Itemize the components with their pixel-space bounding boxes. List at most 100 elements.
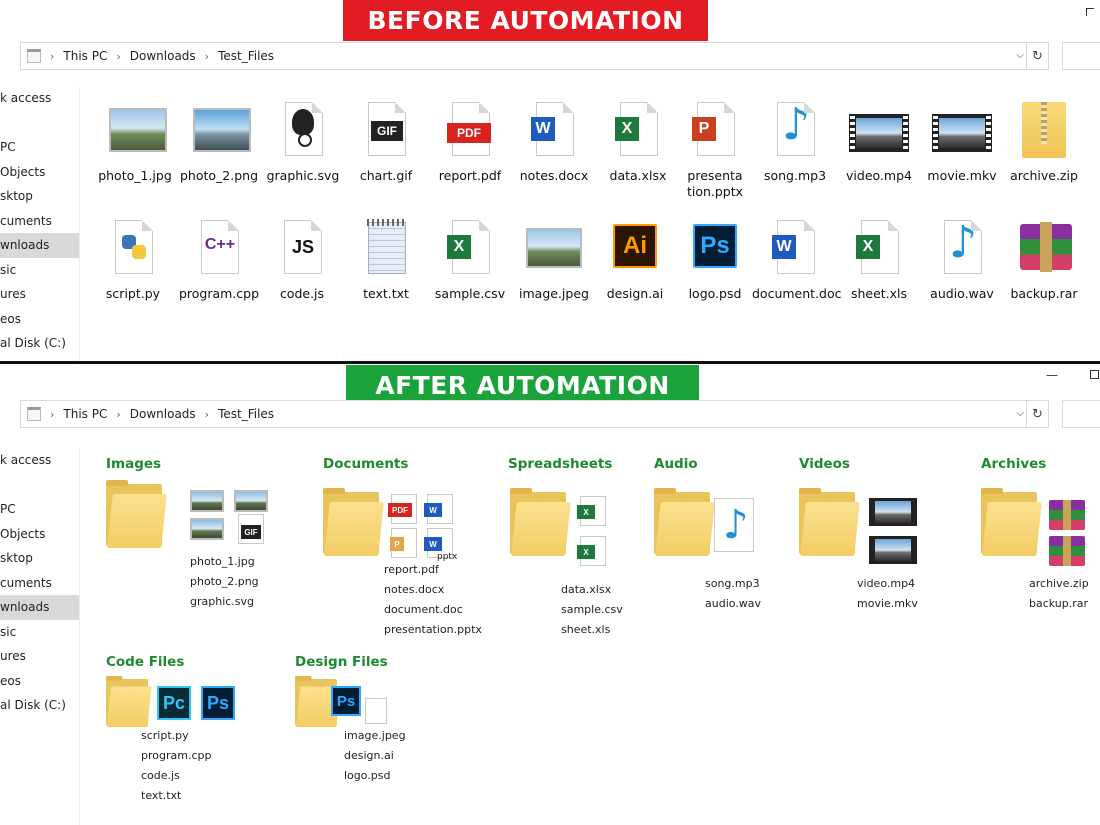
group-audio[interactable]: Audio ♪ song.mp3 audio.wav xyxy=(654,456,761,610)
group-documents[interactable]: Documents PDF W P W pptx report.pdf note… xyxy=(323,456,482,636)
nav-pictures[interactable]: ures xyxy=(0,282,79,307)
nav-desktop[interactable]: sktop xyxy=(0,546,79,571)
file-program-cpp[interactable]: C++ program.cpp xyxy=(176,218,262,302)
file-name[interactable]: song.mp3 xyxy=(705,574,761,594)
file-name[interactable]: graphic.svg xyxy=(190,592,259,612)
refresh-icon[interactable]: ↻ xyxy=(1027,42,1049,70)
file-name[interactable]: code.js xyxy=(141,766,211,786)
nav-documents[interactable]: cuments xyxy=(0,209,79,234)
file-name[interactable]: image.jpeg xyxy=(344,726,406,746)
file-backup-rar[interactable]: backup.rar xyxy=(1001,218,1087,302)
nav-this-pc[interactable]: PC xyxy=(0,135,79,160)
folder-icon xyxy=(654,488,715,556)
chevron-down-icon[interactable]: ⌵ xyxy=(1016,50,1024,61)
file-design-ai[interactable]: Ai design.ai xyxy=(592,218,678,302)
nav-videos[interactable]: eos xyxy=(0,669,79,694)
file-notes-docx[interactable]: W notes.docx xyxy=(511,100,597,184)
file-name[interactable]: sheet.xls xyxy=(561,620,623,640)
minimize-icon[interactable]: — xyxy=(1046,368,1058,382)
breadcrumb-test-files[interactable]: Test_Files xyxy=(218,49,274,63)
file-name[interactable]: archive.zip xyxy=(1029,574,1089,594)
file-name[interactable]: data.xlsx xyxy=(561,580,623,600)
nav-local-disk[interactable]: al Disk (C:) xyxy=(0,331,79,356)
file-data-xlsx[interactable]: X data.xlsx xyxy=(595,100,681,184)
file-name[interactable]: script.py xyxy=(141,726,211,746)
file-name[interactable]: photo_1.jpg xyxy=(190,552,259,572)
file-name[interactable]: logo.psd xyxy=(344,766,406,786)
chevron-down-icon[interactable]: ⌵ xyxy=(1016,408,1024,419)
file-image-jpeg[interactable]: image.jpeg xyxy=(511,218,597,302)
nav-downloads[interactable]: wnloads xyxy=(0,595,79,620)
nav-local-disk[interactable]: al Disk (C:) xyxy=(0,693,79,718)
image-icon xyxy=(526,228,582,268)
file-name[interactable]: movie.mkv xyxy=(857,594,918,614)
file-code-js[interactable]: JS code.js xyxy=(259,218,345,302)
file-name[interactable]: design.ai xyxy=(344,746,406,766)
nav-pictures[interactable]: ures xyxy=(0,644,79,669)
group-videos[interactable]: Videos video.mp4 movie.mkv xyxy=(799,456,918,610)
file-archive-zip[interactable]: archive.zip xyxy=(1001,100,1087,184)
nav-quick-access[interactable]: k access xyxy=(0,86,79,111)
nav-videos[interactable]: eos xyxy=(0,307,79,332)
file-name[interactable]: sample.csv xyxy=(561,600,623,620)
nav-downloads[interactable]: wnloads xyxy=(0,233,79,258)
group-spreadsheets[interactable]: Spreadsheets X X data.xlsx sample.csv sh… xyxy=(508,456,623,636)
file-report-pdf[interactable]: PDF report.pdf xyxy=(427,100,513,184)
file-name[interactable]: video.mp4 xyxy=(857,574,918,594)
search-input[interactable] xyxy=(1062,400,1100,428)
group-archives[interactable]: Archives archive.zip backup.rar xyxy=(981,456,1089,610)
file-name[interactable]: audio.wav xyxy=(705,594,761,614)
file-label: archive.zip xyxy=(1010,168,1078,183)
breadcrumb-downloads[interactable]: Downloads xyxy=(130,407,196,421)
file-photo-2-png[interactable]: photo_2.png xyxy=(176,100,262,184)
folder-icon xyxy=(799,488,860,556)
file-name[interactable]: notes.docx xyxy=(384,580,482,600)
file-movie-mkv[interactable]: movie.mkv xyxy=(919,100,1005,184)
breadcrumb-this-pc[interactable]: This PC xyxy=(63,407,107,421)
file-sheet-xls[interactable]: X sheet.xls xyxy=(836,218,922,302)
file-name[interactable]: photo_2.png xyxy=(190,572,259,592)
address-bar[interactable]: › This PC › Downloads › Test_Files ⌵ xyxy=(20,42,1027,70)
breadcrumb-this-pc[interactable]: This PC xyxy=(63,49,107,63)
file-chart-gif[interactable]: GIF chart.gif xyxy=(343,100,429,184)
file-name[interactable]: backup.rar xyxy=(1029,594,1089,614)
group-images[interactable]: Images GIF photo_1.jpg photo_2.png graph… xyxy=(106,456,268,608)
nav-quick-access[interactable]: k access xyxy=(0,448,79,473)
nav-documents[interactable]: cuments xyxy=(0,571,79,596)
group-title-archives: Archives xyxy=(981,456,1047,472)
file-photo-1-jpg[interactable]: photo_1.jpg xyxy=(92,100,178,184)
address-bar[interactable]: › This PC › Downloads › Test_Files ⌵ xyxy=(20,400,1027,428)
group-code-files[interactable]: Code Files Pc Ps script.py program.cpp c… xyxy=(106,654,235,802)
group-design-files[interactable]: Design Files Ps image.jpeg design.ai log… xyxy=(295,654,406,782)
file-name[interactable]: report.pdf xyxy=(384,560,482,580)
nav-desktop[interactable]: sktop xyxy=(0,184,79,209)
file-label: sheet.xls xyxy=(850,286,908,301)
powerpoint-badge: P xyxy=(692,117,716,141)
breadcrumb-downloads[interactable]: Downloads xyxy=(130,49,196,63)
refresh-icon[interactable]: ↻ xyxy=(1027,400,1049,428)
restore-icon[interactable] xyxy=(1090,370,1099,379)
file-logo-psd[interactable]: Ps logo.psd xyxy=(672,218,758,302)
file-name[interactable]: program.cpp xyxy=(141,746,211,766)
file-document-doc[interactable]: W document.doc xyxy=(752,218,842,302)
file-presentation-pptx[interactable]: P presentation.pptx xyxy=(672,100,758,200)
search-input[interactable] xyxy=(1062,42,1100,70)
file-video-mp4[interactable]: video.mp4 xyxy=(836,100,922,184)
file-graphic-svg[interactable]: graphic.svg xyxy=(260,100,346,184)
breadcrumb-test-files[interactable]: Test_Files xyxy=(218,407,274,421)
nav-music[interactable]: sic xyxy=(0,620,79,645)
file-list-videos: video.mp4 movie.mkv xyxy=(857,574,918,614)
file-name[interactable]: presentation.pptx xyxy=(384,620,482,640)
file-sample-csv[interactable]: X sample.csv xyxy=(427,218,513,302)
nav-3d-objects[interactable]: Objects xyxy=(0,160,79,185)
file-text-txt[interactable]: text.txt xyxy=(343,218,429,302)
nav-music[interactable]: sic xyxy=(0,258,79,283)
nav-3d-objects[interactable]: Objects xyxy=(0,522,79,547)
file-audio-wav[interactable]: ♪ audio.wav xyxy=(919,217,1005,302)
file-name[interactable]: text.txt xyxy=(141,786,211,806)
file-script-py[interactable]: script.py xyxy=(90,218,176,302)
file-song-mp3[interactable]: ♪ song.mp3 xyxy=(752,99,838,184)
nav-this-pc[interactable]: PC xyxy=(0,497,79,522)
word-icon: W xyxy=(424,494,453,524)
file-name[interactable]: document.doc xyxy=(384,600,482,620)
